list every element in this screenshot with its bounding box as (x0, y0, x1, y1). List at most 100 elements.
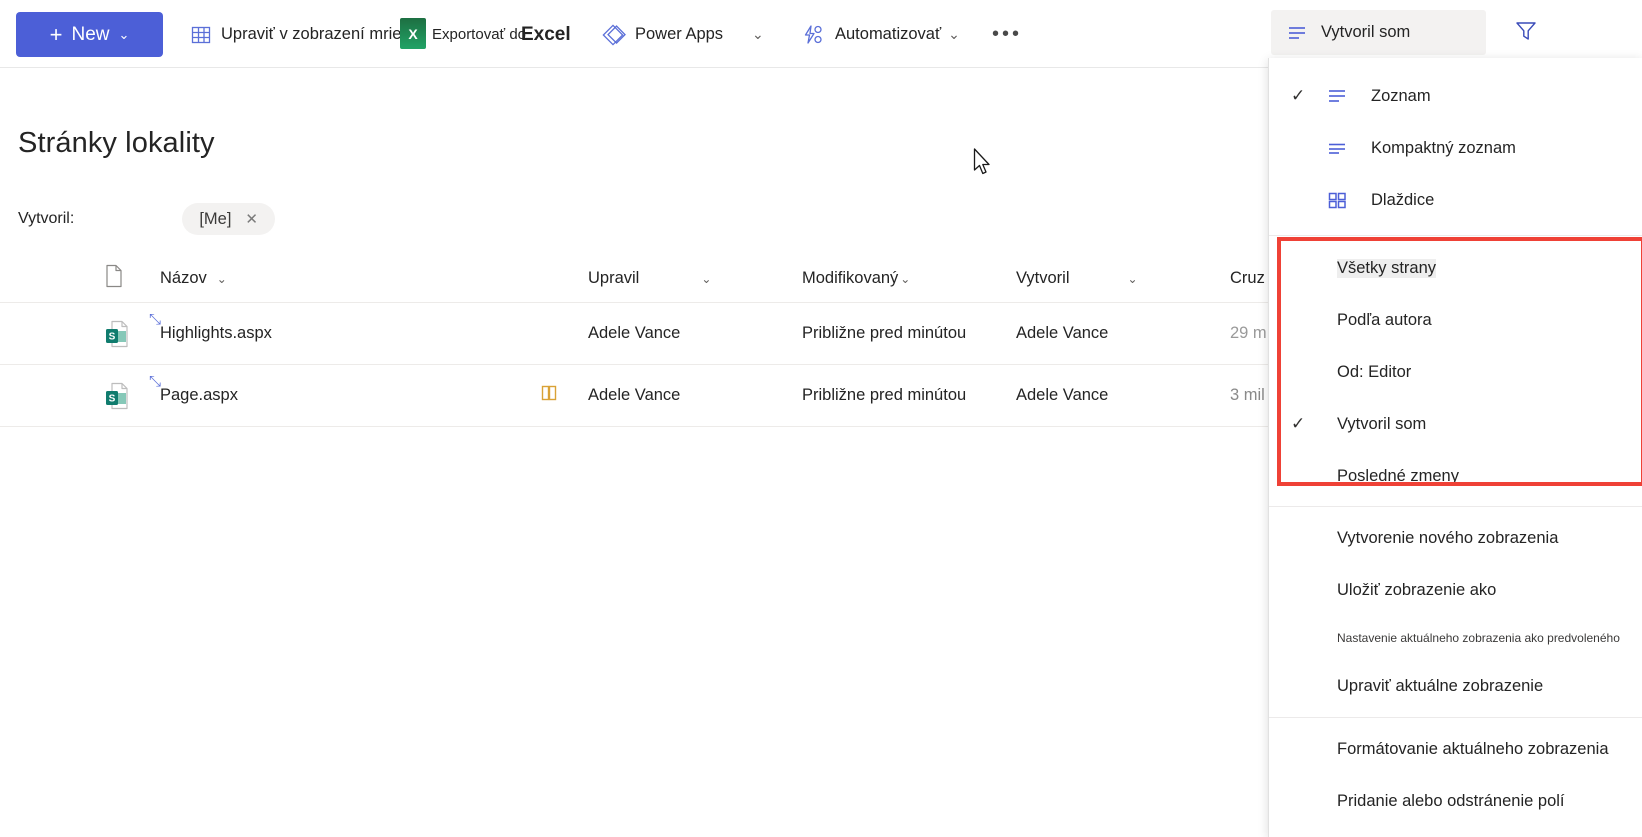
export-to-excel-label: Exportovať do (432, 26, 527, 43)
menu-item-label: Vytvoril som (1337, 414, 1427, 433)
menu-item-set-current-view-default[interactable]: Nastavenie aktuálneho zobrazenia ako pre… (1269, 616, 1642, 660)
check-icon: ✓ (1291, 414, 1306, 433)
row-modified-cell: Približne pred minútou (802, 386, 966, 405)
menu-item-dlazdice[interactable]: Dlaždice (1269, 174, 1642, 226)
list-view-icon (1325, 84, 1349, 108)
more-commands-button[interactable]: ••• (992, 12, 1022, 57)
row-created-cell: Adele Vance (1016, 386, 1108, 405)
row-cruz-label: 3 mil (1230, 386, 1265, 404)
grid-view-icon (190, 24, 212, 46)
column-header-cruz[interactable]: Cruz (1230, 269, 1265, 288)
menu-item-vsetky-strany[interactable]: Všetky strany (1269, 242, 1642, 294)
row-cruz-label: 29 m (1230, 324, 1267, 342)
list-view-icon (1285, 21, 1309, 45)
menu-item-kompaktny-zoznam[interactable]: Kompaktný zoznam (1269, 122, 1642, 174)
row-created-label: Adele Vance (1016, 324, 1109, 342)
menu-item-posledne-zmeny[interactable]: Posledné zmeny (1269, 450, 1642, 502)
column-header-edited[interactable]: Upravil ⌄ (588, 269, 711, 288)
row-created-label: Adele Vance (1016, 386, 1109, 404)
menu-item-label: Upraviť aktuálne zobrazenie (1337, 676, 1544, 695)
page-title: Stránky lokality (18, 127, 215, 159)
row-cruz-cell: 3 mil (1230, 386, 1265, 405)
power-apps-button[interactable]: Power Apps (600, 12, 723, 57)
column-header-created-label: Vytvoril (1016, 269, 1070, 287)
menu-item-label: Formátovanie aktuálneho zobrazenia (1337, 739, 1609, 758)
menu-item-label: Kompaktný zoznam (1371, 138, 1516, 157)
filter-pill-me[interactable]: [Me] ✕ (182, 203, 275, 235)
compact-list-icon (1325, 136, 1349, 160)
chevron-down-icon: ⌄ (118, 27, 130, 42)
export-to-excel-target[interactable]: Excel (521, 12, 571, 57)
column-header-created[interactable]: Vytvoril ⌄ (1016, 269, 1138, 288)
menu-item-label: Podľa autora (1337, 310, 1432, 329)
sharepoint-page-icon: S (104, 381, 130, 411)
menu-item-label: Zoznam (1371, 86, 1431, 105)
menu-divider (1269, 235, 1642, 236)
svg-text:S: S (109, 393, 116, 404)
chevron-down-icon: ⌄ (900, 271, 911, 286)
menu-item-label: Všetky strany (1337, 258, 1437, 278)
row-modified-cell: Približne pred minútou (802, 324, 966, 343)
menu-item-format-current-view[interactable]: Formátovanie aktuálneho zobrazenia (1269, 723, 1642, 775)
menu-divider (1269, 506, 1642, 507)
close-icon[interactable]: ✕ (245, 210, 258, 228)
menu-item-label: Pridanie alebo odstránenie polí (1337, 791, 1565, 810)
row-name-label: Highlights.aspx (160, 324, 272, 342)
chevron-down-icon: ⌄ (216, 271, 227, 286)
chevron-down-icon: ⌄ (948, 26, 960, 42)
menu-item-save-view-as[interactable]: Uložiť zobrazenie ako (1269, 564, 1642, 616)
power-apps-chevron[interactable]: ⌄ (752, 12, 764, 57)
row-edited-label: Adele Vance (588, 324, 681, 342)
excel-word-label: Excel (521, 23, 571, 45)
row-edited-cell: Adele Vance (588, 324, 680, 343)
edit-in-grid-view-label: Upraviť v zobrazení mriežky (221, 25, 427, 43)
column-header-filetype[interactable] (104, 264, 124, 293)
row-edited-cell: Adele Vance (588, 386, 680, 405)
row-name-label: Page.aspx (160, 386, 238, 404)
chevron-down-icon: ⌄ (701, 271, 712, 286)
row-modified-label: Približne pred minútou (802, 386, 967, 404)
mouse-cursor (973, 148, 993, 183)
menu-item-podla-autora[interactable]: Podľa autora (1269, 294, 1642, 346)
book-icon (538, 382, 560, 409)
row-name-cell[interactable]: ⤡ Page.aspx (149, 374, 238, 405)
column-header-name[interactable]: Názov ⌄ (160, 269, 227, 288)
menu-item-label: Od: Editor (1337, 362, 1412, 381)
menu-item-vytvoril-som[interactable]: ✓ Vytvoril som (1269, 398, 1642, 450)
row-created-cell: Adele Vance (1016, 324, 1108, 343)
menu-item-od-editor[interactable]: Od: Editor (1269, 346, 1642, 398)
new-button[interactable]: + New ⌄ (16, 12, 163, 57)
view-switcher-label: Vytvoril som (1321, 23, 1411, 41)
plus-icon: + (49, 21, 63, 47)
view-options-menu: ✓ Zoznam Kompaktný zoznam Dlaždice Všetk… (1268, 58, 1642, 837)
power-apps-label: Power Apps (635, 25, 724, 43)
edit-in-grid-view-button[interactable]: Upraviť v zobrazení mriežky (190, 12, 426, 57)
export-to-excel-button[interactable]: Exportovať do (432, 12, 526, 57)
row-file-icon: S (104, 319, 130, 349)
row-file-icon: S (104, 381, 130, 411)
menu-item-label: Vytvorenie nového zobrazenia (1337, 528, 1559, 547)
tiles-icon (1325, 188, 1349, 212)
filter-row: Vytvoril: [Me] ✕ (18, 203, 275, 235)
automate-button[interactable]: Automatizovať ⌄ (800, 12, 960, 57)
column-header-edited-label: Upravil (588, 269, 640, 287)
row-cruz-cell: 29 m (1230, 324, 1267, 343)
menu-item-edit-current-view[interactable]: Upraviť aktuálne zobrazenie (1269, 660, 1642, 712)
view-switcher-button[interactable]: Vytvoril som (1271, 10, 1486, 55)
menu-item-add-remove-fields[interactable]: Pridanie alebo odstránenie polí (1269, 775, 1642, 827)
chevron-down-icon: ⌄ (1127, 271, 1138, 286)
filter-button[interactable] (1506, 13, 1546, 53)
filter-pill-value: [Me] (199, 209, 232, 228)
menu-item-zoznam[interactable]: ✓ Zoznam (1269, 70, 1642, 122)
filter-by-label: Vytvoril: (18, 210, 75, 227)
check-icon: ✓ (1291, 86, 1306, 105)
power-apps-icon (600, 22, 626, 48)
column-header-modified-label: Modifikovaný (802, 269, 899, 287)
row-name-cell[interactable]: ⤡ Highlights.aspx (149, 312, 272, 343)
file-type-icon (104, 264, 124, 293)
automate-label: Automatizovať (835, 25, 942, 43)
column-header-cruz-label: Cruz (1230, 269, 1265, 287)
menu-item-create-new-view[interactable]: Vytvorenie nového zobrazenia (1269, 512, 1642, 564)
row-modified-label: Približne pred minútou (802, 324, 967, 342)
column-header-modified[interactable]: Modifikovaný ⌄ (802, 269, 910, 288)
